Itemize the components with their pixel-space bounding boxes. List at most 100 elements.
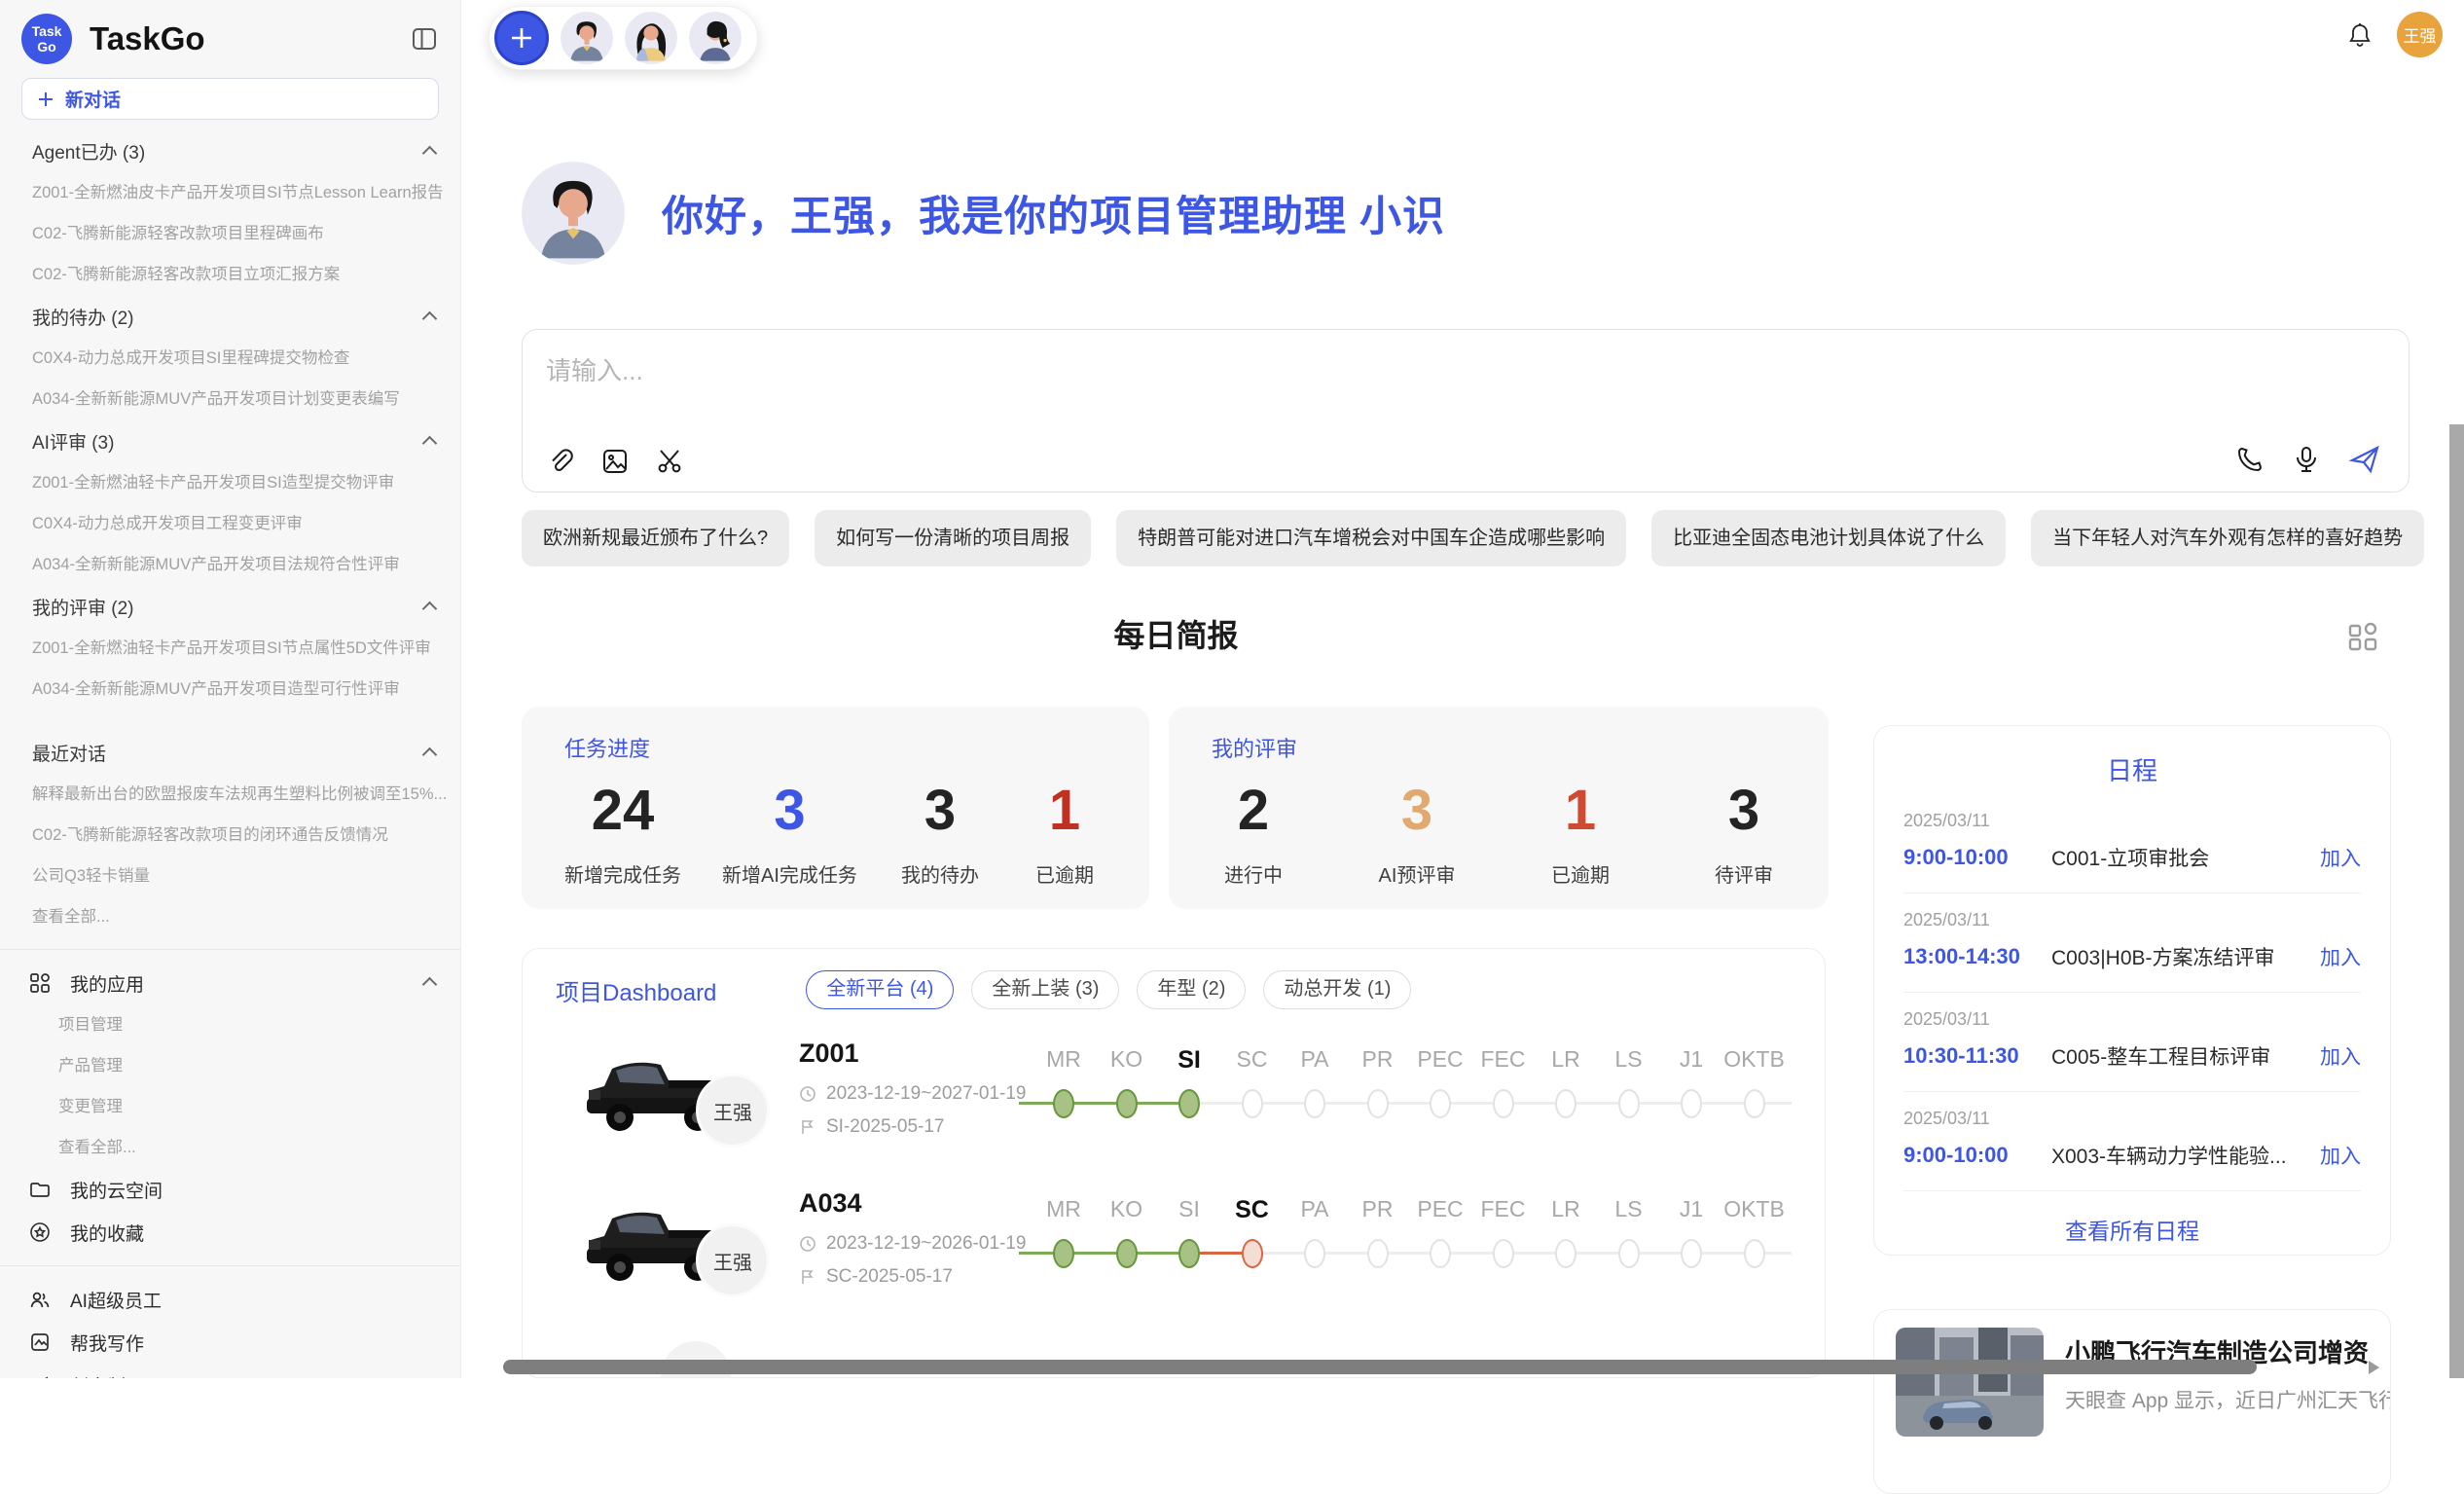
tab-model-year[interactable]: 年型 (2) — [1137, 970, 1246, 1009]
divider — [0, 1265, 460, 1266]
milestone-label: MR — [1046, 1196, 1081, 1222]
sidebar-item[interactable]: C02-飞腾新能源轻客改款项目里程碑画布 — [0, 213, 460, 254]
microphone-icon[interactable] — [2292, 445, 2321, 474]
section-recent-chats[interactable]: 最近对话 — [0, 731, 460, 774]
project-flag: SI-2025-05-17 — [799, 1116, 944, 1138]
suggestion-chip[interactable]: 特朗普可能对进口汽车增税会对中国车企造成哪些影响 — [1116, 510, 1626, 566]
add-agent-button[interactable] — [494, 11, 549, 65]
milestone-node — [1744, 1089, 1765, 1118]
agent-avatar-2[interactable] — [625, 12, 677, 64]
user-avatar[interactable]: 王强 — [2397, 12, 2443, 57]
news-card[interactable]: 小鹏飞行汽车制造公司增资 天眼查 App 显示，近日广州汇天飞行汽... — [1873, 1309, 2391, 1494]
suggestion-chip[interactable]: 如何写一份清晰的项目周报 — [815, 510, 1091, 566]
notification-bell-icon[interactable] — [2346, 21, 2373, 49]
app-item[interactable]: 产品管理 — [0, 1045, 460, 1086]
layout-grid-icon[interactable] — [2345, 619, 2380, 654]
app-item[interactable]: 变更管理 — [0, 1086, 460, 1127]
view-all-schedule-link[interactable]: 查看所有日程 — [1903, 1213, 2361, 1246]
milestone-node — [1242, 1089, 1263, 1118]
message-composer[interactable]: 请输入... — [522, 329, 2410, 492]
star-circle-icon — [29, 1221, 51, 1243]
project-owner-badge: 王强 — [696, 1074, 770, 1148]
sidebar-item[interactable]: C0X4-动力总成开发项目工程变更评审 — [0, 503, 460, 544]
attachment-icon[interactable] — [546, 447, 575, 476]
favorites-label: 我的收藏 — [70, 1220, 144, 1246]
milestone-node — [1116, 1089, 1138, 1118]
apps-view-all[interactable]: 查看全部... — [0, 1127, 460, 1168]
recent-chat-item[interactable]: 公司Q3轻卡销量 — [0, 856, 460, 896]
project-flag-text: SI-2025-05-17 — [826, 1116, 944, 1138]
milestone-node — [1053, 1089, 1074, 1118]
milestone-label: PR — [1362, 1046, 1394, 1073]
sidebar-item[interactable]: Z001-全新燃油皮卡产品开发项目SI节点Lesson Learn报告 — [0, 172, 460, 213]
agent-avatar-3[interactable] — [689, 12, 742, 64]
sidebar-item[interactable]: A034-全新新能源MUV产品开发项目法规符合性评审 — [0, 544, 460, 585]
scissors-icon[interactable] — [655, 447, 684, 476]
schedule-event: C005-整车工程目标评审 — [2051, 1041, 2320, 1071]
project-flag: SC-2025-05-17 — [799, 1266, 953, 1288]
tab-powertrain[interactable]: 动总开发 (1) — [1263, 970, 1411, 1009]
schedule-item: 2025/03/11 10:30-11:30 C005-整车工程目标评审 加入 — [1903, 1009, 2361, 1092]
horizontal-scrollbar[interactable] — [503, 1360, 2257, 1374]
section-ai-review[interactable]: AI评审 (3) — [0, 419, 460, 462]
sidebar-collapse-icon[interactable] — [408, 22, 441, 55]
new-chat-button[interactable]: 新对话 — [21, 78, 439, 120]
sidebar-item[interactable]: A034-全新新能源MUV产品开发项目造型可行性评审 — [0, 669, 460, 710]
task-progress-card: 任务进度 24 新增完成任务 3 新增AI完成任务 3 我的待办 1 已逾期 — [522, 707, 1149, 909]
sidebar-item-favorites[interactable]: 我的收藏 — [0, 1211, 460, 1254]
project-row[interactable]: 王强 A034 2023-12-19~2026-01-19 SC-2025-05… — [523, 1171, 1825, 1317]
flag-icon — [799, 1268, 816, 1286]
suggestion-chip[interactable]: 欧洲新规最近颁布了什么? — [522, 510, 789, 566]
sidebar-item-help-write[interactable]: 帮我写作 — [0, 1321, 460, 1364]
stat-value: 24 — [564, 779, 681, 844]
sidebar-item[interactable]: C02-飞腾新能源轻客改款项目立项汇报方案 — [0, 254, 460, 295]
image-icon[interactable] — [600, 447, 630, 476]
milestone-label: SI — [1178, 1046, 1201, 1075]
sidebar-item[interactable]: C0X4-动力总成开发项目SI里程碑提交物检查 — [0, 338, 460, 379]
send-icon[interactable] — [2348, 443, 2381, 476]
milestone-label: PR — [1362, 1196, 1394, 1222]
sidebar-item[interactable]: Z001-全新燃油轻卡产品开发项目SI造型提交物评审 — [0, 462, 460, 503]
milestone-node — [1116, 1239, 1138, 1268]
chevron-up-icon — [422, 310, 438, 326]
milestone-label: LS — [1614, 1196, 1642, 1222]
sidebar-item-my-apps[interactable]: 我的应用 — [0, 962, 460, 1004]
vertical-scrollbar[interactable] — [2449, 424, 2464, 1378]
recent-chats-view-all[interactable]: 查看全部... — [0, 896, 460, 937]
suggestion-chip[interactable]: 比亚迪全固态电池计划具体说了什么 — [1651, 510, 2006, 566]
section-my-review[interactable]: 我的评审 (2) — [0, 585, 460, 628]
section-agent-done[interactable]: Agent已办 (3) — [0, 129, 460, 172]
suggestion-chip[interactable]: 当下年轻人对汽车外观有怎样的喜好趋势 — [2031, 510, 2424, 566]
sidebar-item-cloud-space[interactable]: 我的云空间 — [0, 1168, 460, 1211]
join-button[interactable]: 加入 — [2320, 843, 2361, 872]
app-item[interactable]: 项目管理 — [0, 1004, 460, 1045]
logo-line1: Task — [32, 23, 62, 39]
project-flag-text: SC-2025-05-17 — [826, 1266, 953, 1288]
recent-chat-item[interactable]: C02-飞腾新能源轻客改款项目的闭环通告反馈情况 — [0, 815, 460, 856]
tab-new-body[interactable]: 全新上装 (3) — [971, 970, 1119, 1009]
join-button[interactable]: 加入 — [2320, 1041, 2361, 1071]
schedule-item: 2025/03/11 9:00-10:00 C001-立项审批会 加入 — [1903, 811, 2361, 893]
sidebar-item[interactable]: Z001-全新燃油轻卡产品开发项目SI节点属性5D文件评审 — [0, 628, 460, 669]
milestone-node — [1178, 1089, 1200, 1118]
project-dates-text: 2023-12-19~2026-01-19 — [826, 1233, 1026, 1255]
sidebar-item-creative-draw[interactable]: 创意制图 — [0, 1364, 460, 1378]
section-my-todo[interactable]: 我的待办 (2) — [0, 295, 460, 338]
milestone-label: KO — [1110, 1046, 1142, 1073]
app-title: TaskGo — [90, 20, 408, 57]
phone-icon[interactable] — [2235, 445, 2265, 474]
stat-in-progress: 2 进行中 — [1212, 779, 1295, 888]
recent-chat-item[interactable]: 解释最新出台的欧盟报废车法规再生塑料比例被调至15%... — [0, 774, 460, 815]
milestone-node — [1744, 1239, 1765, 1268]
project-row[interactable]: 王强 Z001 2023-12-19~2027-01-19 SI-2025-05… — [523, 1021, 1825, 1167]
sidebar-item-ai-super-staff[interactable]: AI超级员工 — [0, 1278, 460, 1321]
sidebar-item[interactable]: A034-全新新能源MUV产品开发项目计划变更表编写 — [0, 379, 460, 419]
suggestion-chips: 欧洲新规最近颁布了什么? 如何写一份清晰的项目周报 特朗普可能对进口汽车增税会对… — [522, 510, 2414, 566]
milestone-label: PEC — [1417, 1046, 1463, 1073]
stat-label: 我的待办 — [898, 859, 982, 888]
scroll-right-arrow[interactable] — [2369, 1361, 2379, 1374]
join-button[interactable]: 加入 — [2320, 942, 2361, 971]
join-button[interactable]: 加入 — [2320, 1141, 2361, 1170]
tab-new-platform[interactable]: 全新平台 (4) — [806, 970, 954, 1009]
agent-avatar-1[interactable] — [561, 12, 613, 64]
